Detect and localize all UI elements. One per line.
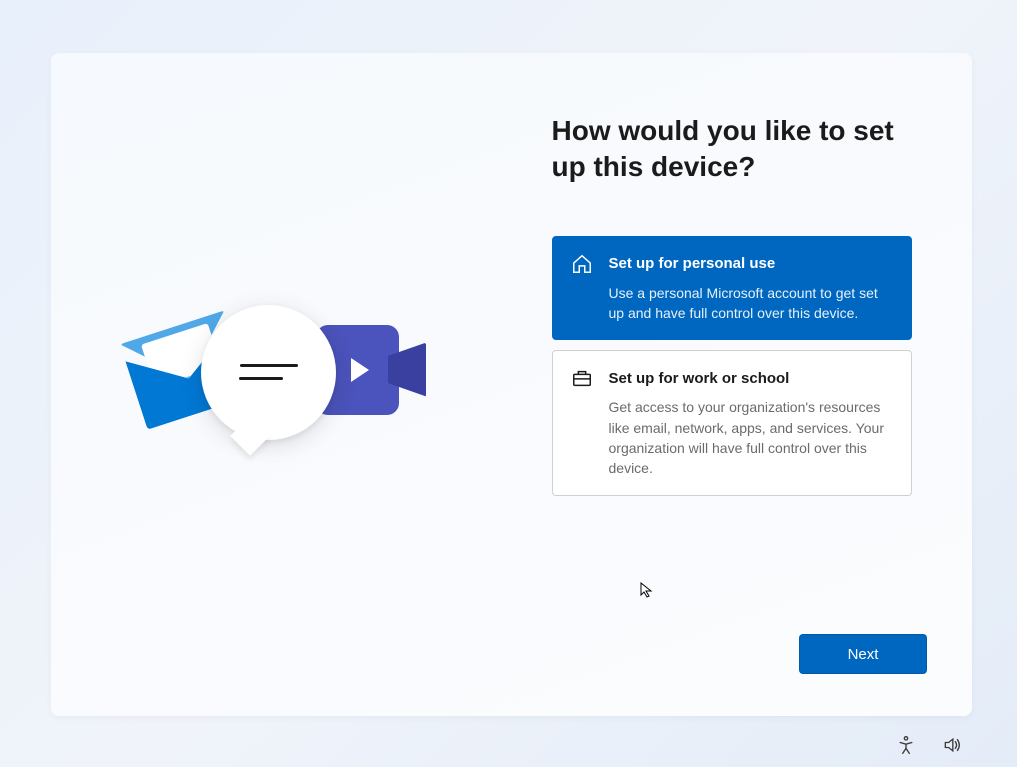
- volume-icon[interactable]: [942, 735, 962, 755]
- option-work-title: Set up for work or school: [609, 370, 790, 387]
- setup-illustration: [131, 285, 431, 485]
- content-panel: How would you like to set up this device…: [512, 53, 973, 716]
- chat-bubble-icon: [201, 305, 336, 440]
- next-button[interactable]: Next: [799, 634, 927, 674]
- option-work-school[interactable]: Set up for work or school Get access to …: [552, 350, 913, 495]
- setup-card: How would you like to set up this device…: [51, 53, 972, 716]
- home-icon: [571, 253, 593, 275]
- option-personal-description: Use a personal Microsoft account to get …: [609, 283, 894, 324]
- briefcase-icon: [571, 367, 593, 389]
- option-personal-use[interactable]: Set up for personal use Use a personal M…: [552, 236, 913, 341]
- accessibility-icon[interactable]: [896, 735, 916, 755]
- page-title: How would you like to set up this device…: [552, 113, 913, 186]
- option-work-description: Get access to your organization's resour…: [609, 397, 894, 478]
- option-personal-title: Set up for personal use: [609, 255, 776, 272]
- illustration-panel: [51, 53, 512, 716]
- footer-controls: [896, 735, 962, 755]
